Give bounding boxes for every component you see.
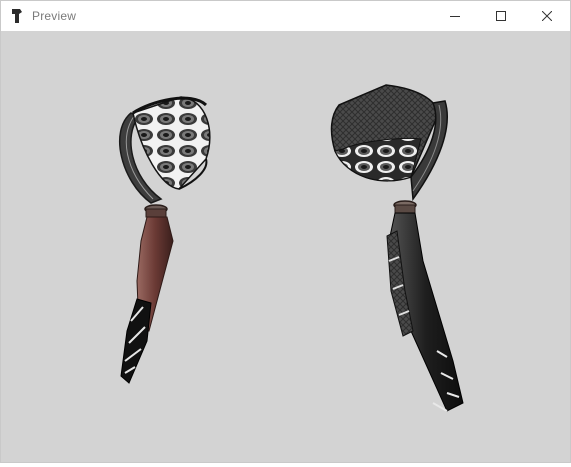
maximize-icon xyxy=(496,11,506,21)
window-controls xyxy=(432,1,570,31)
left-pipe-model xyxy=(118,96,211,384)
title-bar[interactable]: Preview xyxy=(1,1,570,31)
minimize-button[interactable] xyxy=(432,1,478,31)
app-icon xyxy=(12,9,22,23)
minimize-icon xyxy=(450,16,460,17)
close-icon xyxy=(542,11,552,21)
close-button[interactable] xyxy=(524,1,570,31)
preview-window: Preview xyxy=(0,0,571,463)
window-title: Preview xyxy=(32,9,77,23)
scene-render xyxy=(118,84,464,412)
maximize-button[interactable] xyxy=(478,1,524,31)
right-pipe-model xyxy=(330,84,464,412)
3d-preview-viewport[interactable] xyxy=(1,31,570,462)
